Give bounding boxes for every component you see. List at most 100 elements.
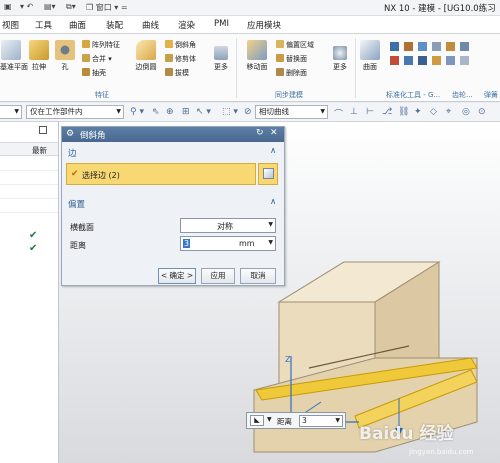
rectangle-select-icon[interactable]: ⬚ ▾ xyxy=(222,107,238,117)
menu-surface[interactable]: 曲面 xyxy=(69,19,86,31)
menu-tools[interactable]: 工具 xyxy=(35,19,52,31)
move-face-button[interactable]: 移动面 xyxy=(242,40,272,72)
close-icon[interactable]: ✕ xyxy=(270,128,278,138)
copy-icon[interactable]: ⧉▾ xyxy=(66,2,76,12)
select-icon[interactable]: ⇖ xyxy=(152,107,160,117)
chevron-up-icon[interactable]: ∧ xyxy=(270,197,276,207)
key-icon[interactable] xyxy=(432,56,441,65)
navigator-header: 最新 xyxy=(0,142,58,156)
midpoint-icon[interactable]: ⌖ xyxy=(446,107,451,117)
washer-icon[interactable] xyxy=(446,56,455,65)
menu-pmi[interactable]: PMI xyxy=(214,19,229,29)
offset-region-button[interactable]: 偏置区域 xyxy=(276,40,314,50)
chamfer-button[interactable]: 倒斜角 xyxy=(165,40,196,50)
weld-icon[interactable] xyxy=(446,42,455,51)
chamfer-type-icon[interactable]: ◣ xyxy=(250,415,264,426)
endpoint-icon[interactable]: ◇ xyxy=(430,107,437,117)
nut-icon[interactable] xyxy=(404,56,413,65)
intersect-icon[interactable]: ⊥ xyxy=(350,107,358,117)
chevron-down-icon[interactable]: ▼ xyxy=(268,239,273,246)
edge-picker-button[interactable] xyxy=(258,163,278,185)
quadrant-icon[interactable]: ⊙ xyxy=(478,107,486,117)
column-header-latest[interactable]: 最新 xyxy=(32,145,47,156)
chain-icon[interactable]: ⛓ xyxy=(398,107,409,117)
chevron-down-icon: ▼ xyxy=(335,417,340,424)
ok-button[interactable]: < 确定 > xyxy=(158,268,196,284)
gear-group-label: 齿轮... xyxy=(452,91,473,99)
onscreen-distance-field[interactable]: 3 ▼ xyxy=(299,415,343,427)
bolt-icon[interactable] xyxy=(404,42,413,51)
menu-applications[interactable]: 应用模块 xyxy=(247,19,281,31)
standard-tools-group-label: 标准化工具 - G... xyxy=(386,91,441,99)
pin-icon[interactable] xyxy=(390,56,399,65)
reset-icon[interactable]: ↻ xyxy=(256,128,264,138)
scope-filter-combo[interactable]: 仅在工作部件内 ▼ xyxy=(26,105,124,119)
cancel-button[interactable]: 取消 xyxy=(240,268,276,284)
menu-curve[interactable]: 曲线 xyxy=(142,19,159,31)
rivet-icon[interactable] xyxy=(460,56,469,65)
menu-assembly[interactable]: 装配 xyxy=(106,19,123,31)
onscreen-input-box: ◣ ▼ 距离 3 ▼ xyxy=(246,412,346,429)
extrude-button[interactable]: 拉伸 xyxy=(27,40,51,72)
pattern-feature-button[interactable]: 阵列特征 xyxy=(82,40,120,50)
standard-part-icon[interactable] xyxy=(390,42,399,51)
menu-bar: 视图 工具 曲面 装配 曲线 渲染 PMI 应用模块 xyxy=(0,16,500,34)
tangent-icon[interactable]: ⌒ xyxy=(334,107,343,120)
pointer-icon[interactable]: ↖ ▾ xyxy=(196,107,211,117)
undo-icon[interactable]: ▾ ↶ xyxy=(20,2,33,11)
chevron-down-icon: ▼ xyxy=(14,108,19,115)
offset-section-header[interactable]: 偏置 ∧ xyxy=(65,197,281,211)
follow-fillet-icon[interactable]: ⎇ xyxy=(382,107,392,117)
chamfer-dialog: ⚙ 倒斜角 ↻ ✕ 边 ∧ ✔ 选择边 (2) 偏置 ∧ 横截面 对称 ▼ 距离… xyxy=(61,126,285,286)
check-icon: ✔ xyxy=(29,243,38,254)
save-icon[interactable]: ▣ xyxy=(4,2,12,11)
surface-icon xyxy=(360,40,380,60)
layout-icon[interactable]: ▤▾ xyxy=(44,2,56,11)
chamfer-icon xyxy=(165,40,173,48)
shell-button[interactable]: 抽壳 xyxy=(82,68,106,78)
gear-icon[interactable]: ⚙ xyxy=(66,129,74,139)
datum-plane-button[interactable]: 基准平面 xyxy=(0,40,28,72)
sync-more-button[interactable]: 更多 xyxy=(329,46,351,72)
edge-section-header[interactable]: 边 ∧ xyxy=(65,146,281,160)
filter-icon[interactable]: ⊕ xyxy=(166,107,174,117)
part-navigator: 最新 ✔ ✔ xyxy=(0,122,59,463)
distance-value[interactable]: 3 xyxy=(183,239,191,248)
spring-icon[interactable] xyxy=(432,42,441,51)
edge-blend-button[interactable]: 边倒圆 xyxy=(133,40,159,72)
replace-face-button[interactable]: 替换面 xyxy=(276,54,307,64)
stop-at-intersection-icon[interactable]: ⊢ xyxy=(366,107,374,117)
distance-field[interactable]: 3 mm ▼ xyxy=(180,236,276,251)
delete-face-button[interactable]: 删除面 xyxy=(276,68,307,78)
unit-label[interactable]: mm xyxy=(239,239,255,248)
snap-point-icon[interactable]: ✦ xyxy=(414,107,422,117)
select-edge-row[interactable]: ✔ 选择边 (2) xyxy=(66,163,256,185)
shaft-icon[interactable] xyxy=(418,56,427,65)
maximize-icon[interactable] xyxy=(39,126,47,134)
bearing-icon[interactable] xyxy=(460,42,469,51)
draft-button[interactable]: 拔模 xyxy=(165,68,189,78)
snap-icon[interactable]: ⚲ ▾ xyxy=(130,107,144,117)
cross-section-select[interactable]: 对称 ▼ xyxy=(180,218,276,233)
feature-more-button[interactable]: 更多 xyxy=(210,46,232,72)
gear-icon[interactable] xyxy=(418,42,427,51)
curve-rule-combo[interactable]: 相切曲线 ▼ xyxy=(255,105,328,119)
center-icon[interactable]: ◎ xyxy=(462,107,470,117)
chevron-down-icon[interactable]: ▼ xyxy=(267,416,272,423)
select-all-icon[interactable]: ⊞ xyxy=(182,107,190,117)
edge-section-title: 边 xyxy=(68,149,77,159)
apply-button[interactable]: 应用 xyxy=(201,268,235,284)
sync-group-label: 同步建模 xyxy=(275,91,303,99)
shell-icon xyxy=(82,68,90,76)
chevron-up-icon[interactable]: ∧ xyxy=(270,146,276,156)
unite-button[interactable]: 合并 ▾ xyxy=(82,54,112,64)
deselect-icon[interactable]: ⊘ xyxy=(244,107,252,117)
menu-render[interactable]: 渲染 xyxy=(178,19,195,31)
hole-button[interactable]: 孔 xyxy=(55,40,75,72)
chevron-down-icon: ▼ xyxy=(268,221,273,228)
surface-button[interactable]: 曲面 xyxy=(359,40,381,72)
type-filter-combo[interactable]: ▼ xyxy=(0,105,22,119)
window-menu[interactable]: ❐ 窗口 ▾ = xyxy=(86,2,128,13)
trim-body-button[interactable]: 修剪体 xyxy=(165,54,196,64)
menu-view[interactable]: 视图 xyxy=(2,19,19,31)
